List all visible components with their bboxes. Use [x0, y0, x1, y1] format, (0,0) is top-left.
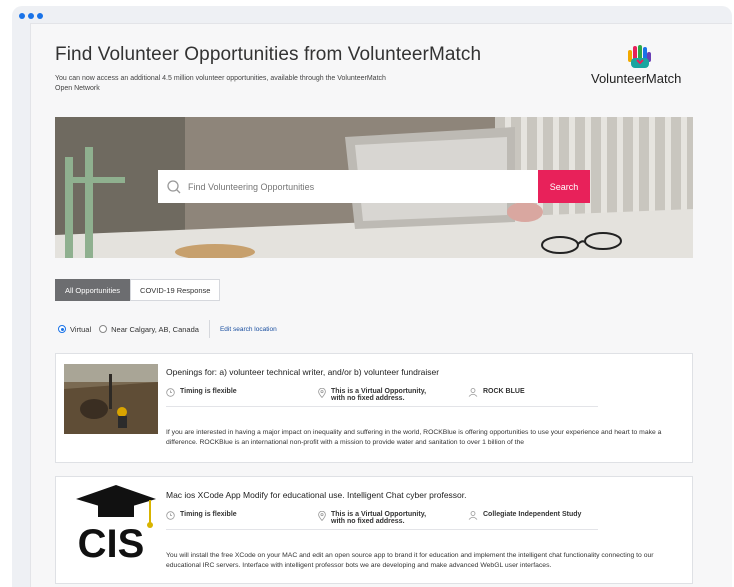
browser-window: Find Volunteer Opportunities from Volunt…: [12, 6, 732, 587]
edit-search-location-link[interactable]: Edit search location: [220, 326, 277, 333]
organization-info: ROCK BLUE: [468, 388, 525, 397]
window-dot-icon[interactable]: [28, 13, 34, 19]
logo-text: VolunteerMatch: [591, 71, 682, 86]
organization-name[interactable]: ROCK BLUE: [483, 388, 525, 395]
opportunity-title[interactable]: Mac ios XCode App Modify for educational…: [166, 490, 467, 500]
opportunity-tabs: All Opportunities COVID-19 Response: [55, 279, 221, 301]
location-line-2: with no fixed address.: [331, 395, 405, 402]
organization-icon: [468, 388, 478, 397]
location-line-1: This is a Virtual Opportunity,: [331, 388, 427, 395]
near-location-label[interactable]: Near Calgary, AB, Canada: [111, 325, 199, 334]
timing-info: Timing is flexible: [166, 511, 237, 520]
page-content: Find Volunteer Opportunities from Volunt…: [30, 23, 732, 587]
search-input[interactable]: [188, 181, 528, 192]
location-filter: Virtual Near Calgary, AB, Canada Edit se…: [58, 320, 277, 338]
timing-text: Timing is flexible: [180, 511, 237, 518]
virtual-radio-label[interactable]: Virtual: [70, 325, 91, 334]
opportunity-card[interactable]: Openings for: a) volunteer technical wri…: [55, 353, 693, 463]
opportunity-thumbnail: [64, 364, 158, 434]
cis-logo-text: CIS: [78, 522, 145, 561]
virtual-radio[interactable]: [58, 325, 66, 333]
map-pin-icon: [318, 511, 326, 521]
tab-covid-19-response[interactable]: COVID-19 Response: [130, 279, 221, 301]
window-dot-icon[interactable]: [37, 13, 43, 19]
page-title: Find Volunteer Opportunities from Volunt…: [55, 44, 482, 65]
window-dot-icon[interactable]: [19, 13, 25, 19]
location-line-1: This is a Virtual Opportunity,: [331, 511, 427, 518]
page-subtitle: You can now access an additional 4.5 mil…: [55, 75, 386, 92]
volunteermatch-logo[interactable]: VolunteerMatch: [591, 44, 701, 94]
opportunity-meta: Timing is flexible This is a Virtual Opp…: [166, 508, 598, 530]
opportunity-title[interactable]: Openings for: a) volunteer technical wri…: [166, 367, 439, 377]
timing-info: Timing is flexible: [166, 388, 237, 397]
hands-logo-icon: [628, 45, 651, 68]
near-location-radio[interactable]: [99, 325, 108, 333]
hero-banner: Search: [55, 117, 693, 258]
opportunity-thumbnail: CIS: [64, 483, 158, 561]
opportunity-description: You will install the free XCode on your …: [166, 552, 654, 569]
location-info: This is a Virtual Opportunity, with no f…: [318, 388, 426, 402]
filter-divider: [208, 320, 210, 338]
search-button[interactable]: Search: [538, 170, 590, 203]
location-info: This is a Virtual Opportunity, with no f…: [318, 511, 426, 525]
timing-text: Timing is flexible: [180, 388, 237, 395]
search-box: [158, 170, 538, 203]
clock-icon: [166, 511, 175, 520]
map-pin-icon: [318, 388, 326, 398]
location-line-2: with no fixed address.: [331, 518, 405, 525]
organization-info: Collegiate Independent Study: [468, 511, 581, 520]
organization-icon: [468, 511, 478, 520]
organization-name[interactable]: Collegiate Independent Study: [483, 511, 581, 518]
tab-all-opportunities[interactable]: All Opportunities: [55, 279, 131, 301]
opportunity-description: If you are interested in having a major …: [166, 429, 662, 446]
opportunity-meta: Timing is flexible This is a Virtual Opp…: [166, 385, 598, 407]
search-icon: [167, 179, 181, 193]
opportunity-card[interactable]: CIS Mac ios XCode App Modify for educati…: [55, 476, 693, 584]
window-controls: [19, 13, 43, 19]
clock-icon: [166, 388, 175, 397]
